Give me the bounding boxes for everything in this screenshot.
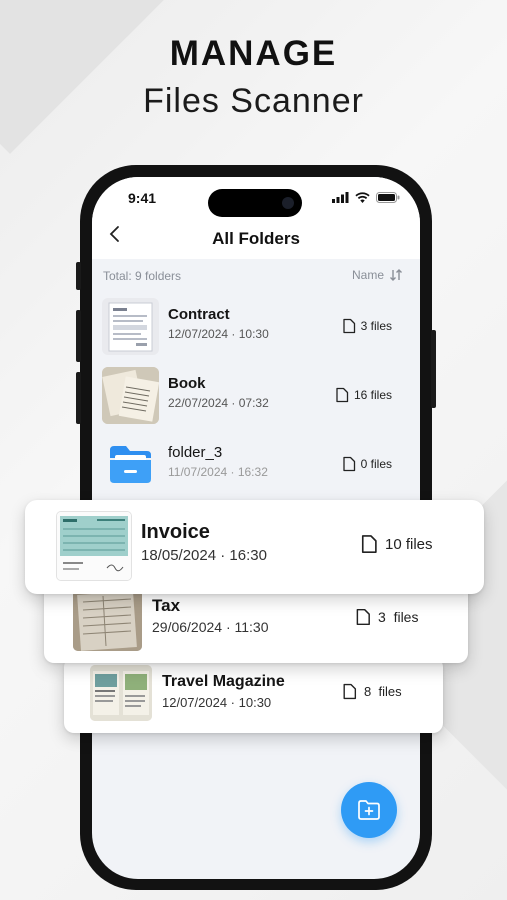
document-thumbnail — [102, 367, 159, 424]
sort-label: Name — [351, 268, 384, 282]
file-count: 16 files — [335, 387, 392, 403]
folder-card-travel-magazine[interactable]: Travel Magazine 12/07/2024 · 10:30 8 fil… — [64, 657, 443, 733]
file-count-label: 3 files — [360, 319, 392, 333]
promo-title: MANAGE — [169, 34, 338, 73]
sort-icon — [390, 269, 402, 281]
folder-row-folder-3[interactable]: folder_3 11/07/2024 · 16:32 0 files — [102, 436, 402, 494]
promo-subtitle: Files Scanner — [143, 82, 364, 120]
file-icon — [361, 535, 377, 553]
folder-icon — [102, 436, 159, 493]
status-icons — [332, 192, 400, 203]
file-icon — [356, 608, 370, 626]
file-count-label: 3 files — [378, 609, 419, 625]
folder-date: 12/07/2024 · 10:30 — [168, 327, 269, 341]
sort-button[interactable]: Name — [352, 267, 403, 283]
file-count: 3 files — [342, 318, 392, 334]
folder-date: 29/06/2024 · 11:30 — [152, 619, 269, 635]
page-title: All Folders — [212, 229, 300, 248]
file-count-label: 0 files — [360, 457, 392, 471]
file-count: 10 files — [360, 534, 433, 554]
folder-name: folder_3 — [168, 444, 223, 461]
file-count: 3 files — [355, 608, 418, 626]
folder-name: Book — [168, 375, 206, 392]
add-folder-button[interactable] — [341, 782, 397, 838]
file-count: 8 files — [342, 683, 402, 700]
folder-name: Invoice — [141, 521, 210, 543]
phone-power-button — [431, 330, 436, 408]
camera-icon — [282, 197, 294, 209]
wifi-icon — [355, 192, 370, 203]
phone-side-button — [76, 372, 81, 424]
folder-row-contract[interactable]: Contract 12/07/2024 · 10:30 3 files — [102, 298, 402, 356]
file-count-label: 16 files — [353, 388, 392, 402]
battery-icon — [376, 192, 400, 203]
folder-name: Tax — [152, 596, 181, 615]
folder-date: 22/07/2024 · 07:32 — [168, 396, 269, 410]
document-thumbnail — [56, 511, 132, 581]
document-thumbnail — [102, 298, 159, 355]
folder-card-invoice[interactable]: Invoice 18/05/2024 · 16:30 10 files — [25, 500, 484, 594]
dynamic-island — [208, 189, 302, 217]
folder-date: 18/05/2024 · 16:30 — [141, 547, 267, 564]
folder-count: Total: 9 folders — [103, 269, 182, 283]
phone-side-button — [76, 262, 81, 290]
list-meta-row: Total: 9 folders Name — [103, 267, 403, 285]
file-icon — [336, 387, 349, 403]
file-icon — [343, 683, 357, 700]
file-icon — [342, 318, 355, 334]
folder-name: Contract — [168, 306, 230, 323]
add-folder-icon — [358, 800, 380, 820]
file-count-label: 10 files — [385, 535, 433, 553]
folder-date: 11/07/2024 · 16:32 — [168, 465, 268, 479]
file-count-label: 8 files — [364, 684, 402, 699]
folder-name: Travel Magazine — [162, 673, 285, 690]
phone-side-button — [76, 310, 81, 362]
background-shape — [0, 0, 194, 154]
folder-row-book[interactable]: Book 22/07/2024 · 07:32 16 files — [102, 367, 402, 425]
file-count: 0 files — [342, 456, 392, 472]
file-icon — [342, 456, 355, 472]
folder-date: 12/07/2024 · 10:30 — [162, 695, 272, 710]
document-thumbnail — [73, 590, 142, 651]
status-time: 9:41 — [128, 190, 157, 206]
document-thumbnail — [90, 665, 152, 721]
signal-icon — [332, 192, 349, 203]
